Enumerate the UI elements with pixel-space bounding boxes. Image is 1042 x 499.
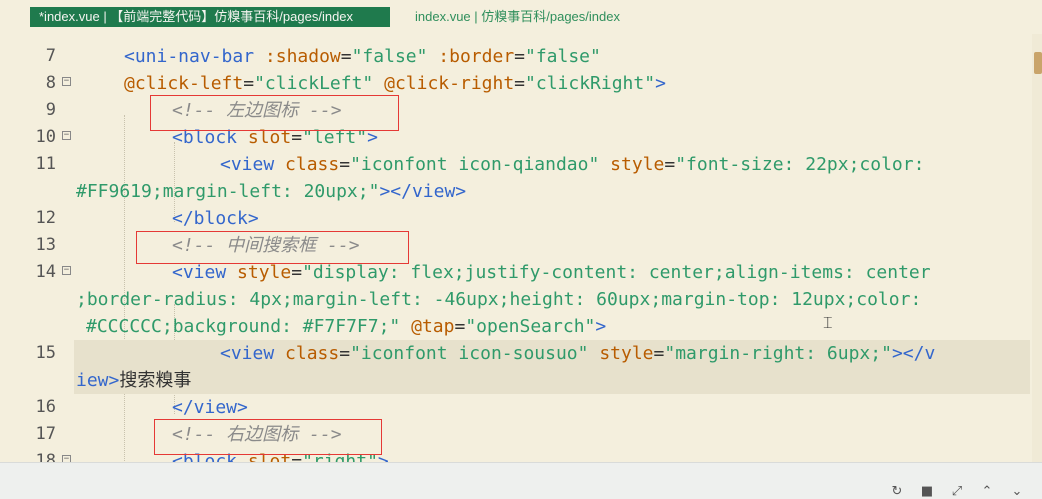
chevron-up-icon[interactable]: ⌃ [980,485,994,499]
code-text: </block> [172,208,259,229]
line-number: 14 [35,262,56,282]
code-text: #FF9619;margin-left: 20upx;"></view> [76,181,467,202]
annotation-box-search [136,231,409,264]
editor-tab-bar: *index.vue | 【前端完整代码】仿糗事百科/pages/index i… [0,0,1042,34]
stop-icon[interactable]: ■ [920,485,934,499]
fold-toggle-icon[interactable]: − [62,131,71,140]
code-text: <uni-nav-bar :shadow="false" :border="fa… [124,46,601,67]
fold-toggle-icon[interactable]: − [62,266,71,275]
fold-toggle-icon[interactable]: − [62,455,71,462]
line-number: 16 [35,397,56,417]
line-number: 15 [35,343,56,363]
scrollbar-thumb[interactable] [1034,52,1042,74]
code-line[interactable]: 12 </block> [0,205,1030,232]
code-text: <view class="iconfont icon-sousuo" style… [220,343,936,364]
code-line[interactable]: 8− @click-left="clickLeft" @click-right="… [0,70,1030,97]
code-editor[interactable]: 7 <uni-nav-bar :shadow="false" :border="f… [0,34,1042,462]
code-text: ;border-radius: 4px;margin-left: -46upx;… [76,289,922,310]
line-number: 11 [35,154,56,174]
line-number: 18 [35,451,56,462]
code-line-wrap[interactable]: iew>搜索糗事 [0,367,1030,394]
expand-icon[interactable]: ⤢ [950,485,964,499]
line-number: 7 [45,46,56,66]
tab-index-vue-active[interactable]: *index.vue | 【前端完整代码】仿糗事百科/pages/index [30,7,390,27]
code-line[interactable]: 11 <view class="iconfont icon-qiandao" st… [0,151,1030,178]
code-line[interactable]: 7 <uni-nav-bar :shadow="false" :border="f… [0,43,1030,70]
tab-index-vue[interactable]: index.vue | 仿糗事百科/pages/index [415,7,620,27]
fold-toggle-icon[interactable]: − [62,77,71,86]
code-line[interactable]: 15 <view class="iconfont icon-sousuo" sty… [0,340,1030,367]
code-text: </view> [172,397,248,418]
code-text: #CCCCCC;background: #F7F7F7;" @tap="open… [86,316,607,337]
line-number: 12 [35,208,56,228]
line-number: 13 [35,235,56,255]
refresh-icon[interactable]: ↻ [890,485,904,499]
line-number: 17 [35,424,56,444]
vertical-scrollbar[interactable] [1032,34,1042,462]
code-line[interactable]: 16 </view> [0,394,1030,421]
status-bar: ↻ ■ ⤢ ⌃ ⌄ [0,462,1042,499]
text-cursor-icon: ⌶ [823,313,833,332]
line-number: 10 [35,127,56,147]
line-number: 8 [45,73,56,93]
annotation-box-right-icon [154,419,382,455]
annotation-box-left-icon [150,95,399,131]
code-text: @click-left="clickLeft" @click-right="cl… [124,73,666,94]
code-line-wrap[interactable]: #CCCCCC;background: #F7F7F7;" @tap="open… [0,313,1030,340]
chevron-down-icon[interactable]: ⌄ [1010,485,1024,499]
line-number: 9 [45,100,56,120]
code-line-wrap[interactable]: ;border-radius: 4px;margin-left: -46upx;… [0,286,1030,313]
code-line-wrap[interactable]: #FF9619;margin-left: 20upx;"></view> [0,178,1030,205]
code-text: <view class="iconfont icon-qiandao" styl… [220,154,925,175]
code-text: iew>搜索糗事 [76,370,192,391]
